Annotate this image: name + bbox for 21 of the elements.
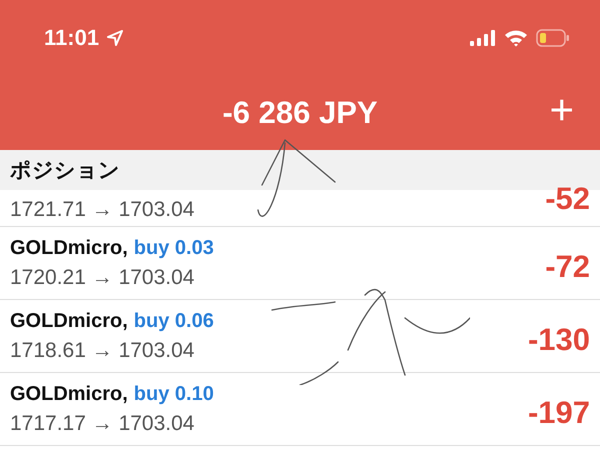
signal-icon: [470, 30, 496, 46]
profit-value: -72: [545, 249, 590, 285]
order-label: buy 0.10: [134, 382, 214, 406]
symbol-name: GOLDmicro,: [10, 382, 128, 406]
add-button[interactable]: +: [549, 89, 574, 131]
profit-value: -197: [528, 395, 590, 431]
balance-title: -6 286 JPY: [222, 94, 378, 130]
price-range: 1718.61 → 1703.04: [10, 338, 196, 362]
battery-icon: [536, 28, 570, 46]
symbol-name: GOLDmicro,: [10, 236, 128, 260]
section-title: ポジション: [10, 158, 120, 184]
clock-time: 11:01: [44, 24, 100, 50]
order-label: buy 0.06: [134, 310, 214, 332]
wifi-icon: [504, 28, 528, 46]
order-label: buy 0.03: [134, 236, 214, 260]
profit-value: -130: [528, 322, 590, 358]
location-arrow-icon: [107, 30, 124, 46]
symbol-name: GOLDmicro,: [10, 310, 128, 332]
price-range: 1720.21 → 1703.04: [10, 266, 196, 290]
price-range: 1717.17 → 1703.04: [10, 412, 196, 436]
price-range: 1721.71 → 1703.04: [10, 198, 194, 222]
